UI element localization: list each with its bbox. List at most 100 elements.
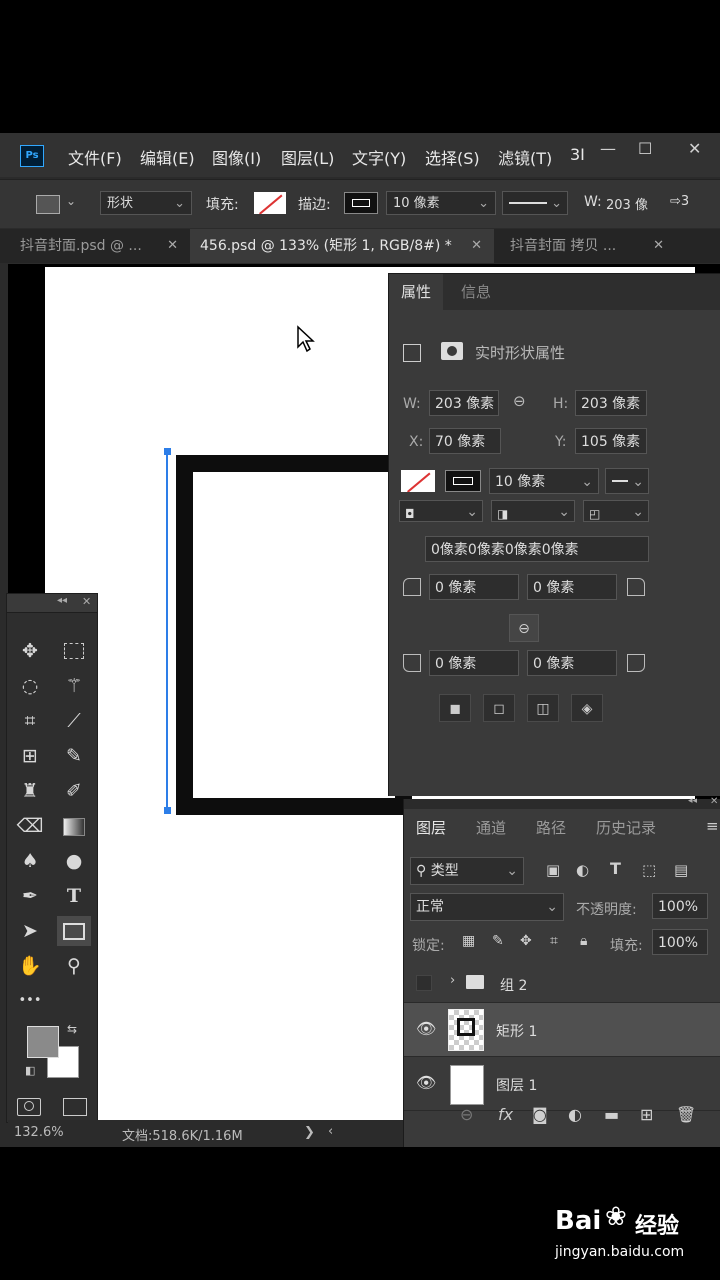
new-group-icon[interactable]: ▬ [604,1105,619,1124]
close-icon[interactable]: ✕ [710,796,718,807]
tab-properties[interactable]: 属性 [389,274,444,310]
screen-mode-icon[interactable] [63,1098,87,1116]
corner-radius-all-input[interactable]: 0像素0像素0像素0像素 [425,536,649,562]
stroke-width-input[interactable]: 10 像素 ⌄ [489,468,599,494]
y-input[interactable]: 105 像素 [575,428,647,454]
filter-shape-icon[interactable]: ⬚ [642,861,656,879]
filter-adjustment-icon[interactable]: ◐ [576,861,589,879]
tab-douyin-cover-copy[interactable]: 抖音封面 拷贝 ... ✕ [500,229,676,263]
stroke-type-select[interactable]: ⌄ [605,468,649,494]
corner-bottom-right-input[interactable]: 0 像素 [527,650,617,676]
fill-opacity-input[interactable]: 100% [652,929,708,955]
eraser-tool-icon[interactable]: ⌫ [13,811,47,841]
status-arrow-right-icon[interactable]: ❯ [304,1125,315,1140]
panel-menu-icon[interactable]: ≡ [706,817,719,835]
link-layers-icon[interactable]: ⊖ [460,1105,473,1124]
corner-top-right-input[interactable]: 0 像素 [527,574,617,600]
menu-layer[interactable]: 图层(L) [281,145,334,169]
menu-filter[interactable]: 滤镜(T) [498,145,552,169]
corner-top-left-input[interactable]: 0 像素 [429,574,519,600]
tab-channels[interactable]: 通道 [476,817,506,838]
stroke-width-input[interactable]: 10 像素 ⌄ [386,191,496,215]
maximize-button[interactable]: ☐ [638,139,652,158]
filter-type-icon[interactable]: T [610,859,621,878]
rectangle-shape[interactable] [176,455,412,815]
tab-history[interactable]: 历史记录 [596,817,656,838]
lock-position-icon[interactable]: ✥ [520,933,532,949]
default-colors-icon[interactable]: ◧ [25,1064,35,1077]
eyedropper-tool-icon[interactable]: ⟋ [57,706,91,736]
tab-layers[interactable]: 图层 [416,817,446,838]
new-adjustment-icon[interactable]: ◐ [568,1105,582,1124]
layers-panel-header[interactable]: ◂◂ ✕ [404,796,720,809]
rectangle-tool-icon[interactable] [57,916,91,946]
marquee-tool-icon[interactable] [57,636,91,666]
height-input[interactable]: 203 像素 [575,390,647,416]
zoom-tool-icon[interactable]: ⚲ [57,951,91,981]
lock-all-icon[interactable]: 🔒︎ [580,933,587,949]
toolbox-header[interactable]: ◂◂ ✕ [7,594,97,613]
zoom-level[interactable]: 132.6% [14,1125,64,1140]
status-arrow-left-icon[interactable]: ‹ [328,1124,333,1139]
new-layer-icon[interactable]: ⊞ [640,1105,653,1124]
layer-filter-select[interactable]: ⚲ 类型 ⌄ [410,857,524,885]
path-intersect-button[interactable]: ◫ [527,694,559,722]
more-tools-icon[interactable]: ••• [13,986,47,1016]
close-window-button[interactable]: ✕ [688,139,701,158]
path-exclude-button[interactable]: ◈ [571,694,603,722]
foreground-color-swatch-front[interactable] [27,1026,59,1058]
menu-image[interactable]: 图像(I) [212,145,261,169]
crop-tool-icon[interactable]: ⌗ [13,706,47,736]
eye-icon[interactable]: 👁︎ [416,1019,436,1038]
filter-pixel-icon[interactable]: ▣ [546,861,560,879]
stroke-corner-select[interactable]: ◰ ⌄ [583,500,649,522]
menu-edit[interactable]: 编辑(E) [140,145,195,169]
shape-mode-select[interactable]: 形状 ⌄ [100,191,192,215]
link-dimension-icon[interactable]: ⇨3 [670,194,689,209]
path-combine-button[interactable]: ◼ [439,694,471,722]
path-subtract-button[interactable]: ◻ [483,694,515,722]
gradient-tool-icon[interactable] [57,811,91,841]
width-input[interactable]: 203 像素 [429,390,499,416]
corner-bottom-left-input[interactable]: 0 像素 [429,650,519,676]
history-brush-tool-icon[interactable]: ✐ [57,776,91,806]
expand-group-icon[interactable]: › [450,973,455,988]
tab-close-icon[interactable]: ✕ [653,229,664,263]
link-corners-icon[interactable]: ⊖ [509,614,539,642]
width-value[interactable]: 203 像 [606,194,648,213]
menu-select[interactable]: 选择(S) [425,145,480,169]
layer-row-rectangle-1[interactable]: 👁︎ 矩形 1 [404,1003,720,1057]
delete-layer-icon[interactable]: 🗑︎ [676,1105,696,1124]
path-selection-tool-icon[interactable]: ➤ [13,916,47,946]
blend-mode-select[interactable]: 正常 ⌄ [410,893,564,921]
fx-icon[interactable]: fx [498,1105,513,1124]
collapse-icon[interactable]: ◂◂ [57,595,67,606]
swap-colors-icon[interactable]: ⇆ [67,1022,77,1036]
move-tool-icon[interactable]: ✥ [13,636,47,666]
stroke-type-select[interactable]: ⌄ [502,191,568,215]
minimize-button[interactable]: — [600,139,616,158]
visibility-toggle-off[interactable] [416,975,432,991]
menu-file[interactable]: 文件(F) [68,145,122,169]
type-tool-icon[interactable]: T [57,881,91,911]
tab-info[interactable]: 信息 [449,274,503,310]
anchor-point-bottom-left[interactable] [164,807,171,814]
fill-swatch[interactable] [254,192,286,214]
lock-pixels-icon[interactable]: ✎ [492,933,504,949]
dodge-tool-icon[interactable]: ● [57,846,91,876]
tab-close-icon[interactable]: ✕ [471,229,482,263]
stroke-swatch[interactable] [344,192,378,214]
pen-tool-icon[interactable]: ✒ [13,881,47,911]
brush-tool-icon[interactable]: ✎ [57,741,91,771]
eye-icon[interactable]: 👁︎ [416,1073,436,1092]
collapse-icon[interactable]: ◂◂ [688,796,697,806]
close-icon[interactable]: ✕ [82,595,91,608]
magic-wand-tool-icon[interactable]: ⚚ [57,671,91,701]
hand-tool-icon[interactable]: ✋ [13,951,47,981]
menu-type[interactable]: 文字(Y) [352,145,406,169]
layer-row-group-2[interactable]: › 组 2 [404,963,720,1003]
fill-swatch[interactable] [401,470,435,492]
anchor-point-top-left[interactable] [164,448,171,455]
tab-paths[interactable]: 路径 [536,817,566,838]
opacity-input[interactable]: 100% [652,893,708,919]
